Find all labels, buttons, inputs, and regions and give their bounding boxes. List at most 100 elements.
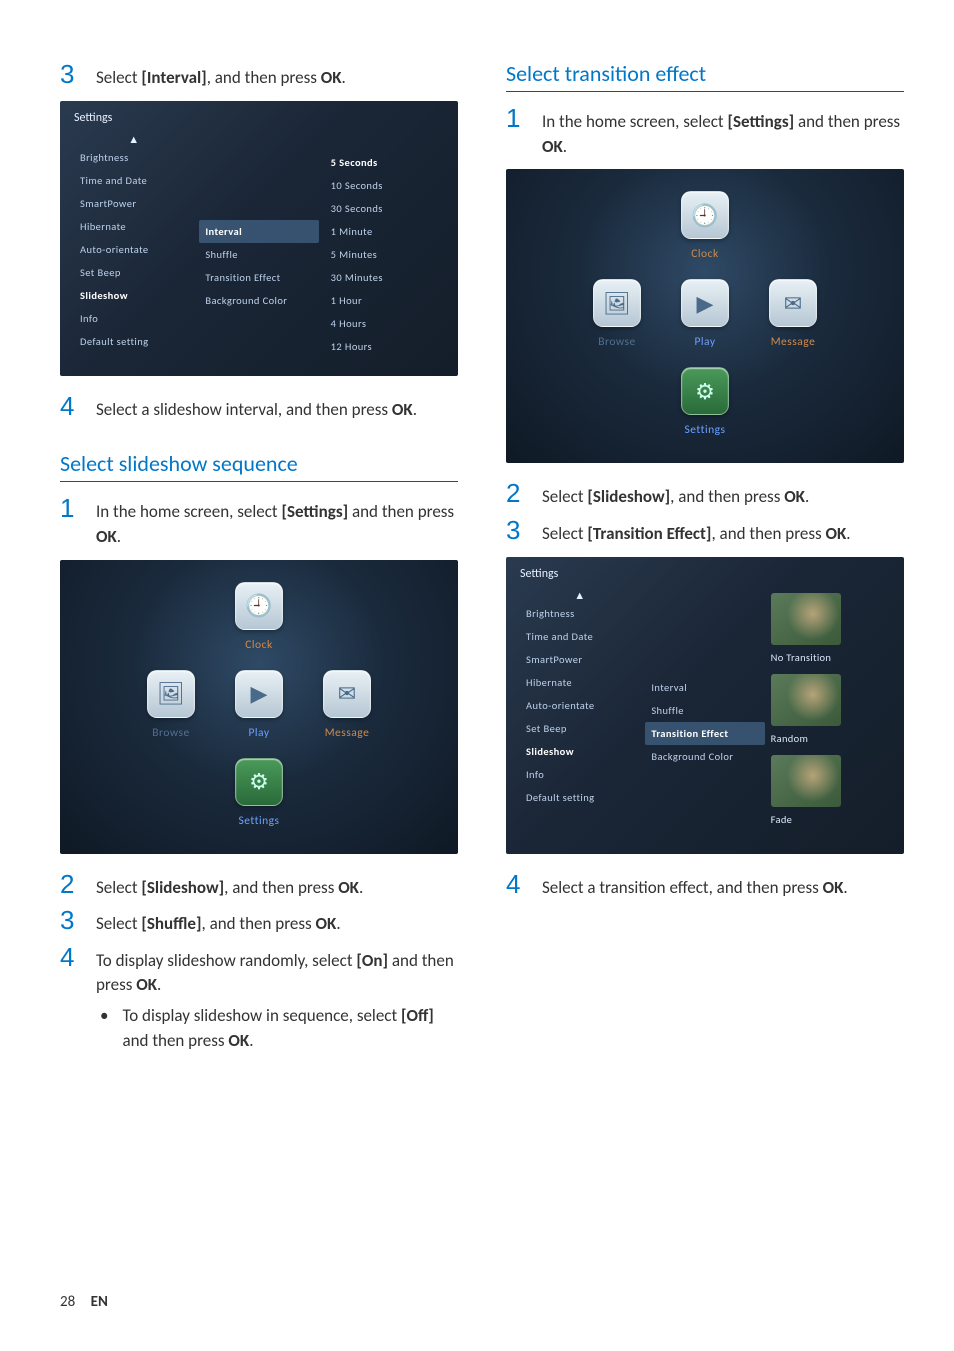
browse-icon: 🖼 (147, 670, 195, 718)
menu-item: Interval (645, 676, 764, 699)
step-text: In the home screen, select [Settings] an… (542, 110, 904, 159)
menu-item: Hibernate (520, 671, 639, 694)
screenshot-home-right: 🕘Clock 🖼Browse ▶Play ✉Message ⚙Settings (506, 169, 904, 463)
menu-item: 1 Minute (325, 220, 444, 243)
menu-item: SmartPower (74, 192, 193, 215)
menu-item: Info (520, 763, 639, 786)
step-4: 4 Select a slideshow interval, and then … (60, 392, 458, 423)
menu-item: Background Color (199, 289, 318, 312)
menu-item: 5 Minutes (325, 243, 444, 266)
menu-item: Brightness (74, 146, 193, 169)
step-number: 3 (506, 516, 524, 545)
menu-item: Auto-orientate (74, 238, 193, 261)
home-clock: 🕘Clock (681, 191, 729, 261)
menu-item: Shuffle (199, 243, 318, 266)
step-text: Select a slideshow interval, and then pr… (96, 398, 417, 423)
seq-step-3: 3 Select [Shuffle], and then press OK. (60, 906, 458, 937)
transition-label: Fade (771, 813, 890, 826)
settings-title: Settings (74, 111, 444, 125)
step-number: 2 (506, 479, 524, 508)
step-number: 4 (506, 870, 524, 899)
menu-item: Slideshow (520, 740, 639, 763)
menu-item: 30 Seconds (325, 197, 444, 220)
trans-step-3: 3 Select [Transition Effect], and then p… (506, 516, 904, 547)
home-browse: 🖼Browse (147, 670, 195, 740)
home-settings: ⚙Settings (681, 367, 729, 437)
menu-item: Brightness (520, 602, 639, 625)
step-number: 4 (60, 392, 78, 421)
step-text: Select a transition effect, and then pre… (542, 876, 848, 901)
step-number: 2 (60, 870, 78, 899)
step-text: To display slideshow randomly, select [O… (96, 949, 458, 998)
menu-item: Transition Effect (645, 722, 764, 745)
menu-item: Interval (199, 220, 318, 243)
page-number: 28 (60, 1293, 75, 1311)
home-settings: ⚙Settings (235, 758, 283, 828)
menu-item: Default setting (74, 330, 193, 353)
step-number: 3 (60, 60, 78, 89)
menu-item: 4 Hours (325, 312, 444, 335)
transition-thumb (771, 593, 841, 645)
seq-step-1: 1 In the home screen, select [Settings] … (60, 494, 458, 549)
step-text: Select [Shuffle], and then press OK. (96, 912, 341, 937)
menu-item: Set Beep (520, 717, 639, 740)
transition-label: Random (771, 732, 890, 745)
screenshot-settings-transition: Settings ▲BrightnessTime and DateSmartPo… (506, 557, 904, 854)
trans-step-1: 1 In the home screen, select [Settings] … (506, 104, 904, 159)
home-play: ▶Play (681, 279, 729, 349)
screenshot-settings-interval: Settings ▲BrightnessTime and DateSmartPo… (60, 101, 458, 376)
home-play: ▶Play (235, 670, 283, 740)
transition-thumb (771, 755, 841, 807)
message-icon: ✉ (769, 279, 817, 327)
menu-item: SmartPower (520, 648, 639, 671)
menu-item: Background Color (645, 745, 764, 768)
home-message: ✉Message (323, 670, 371, 740)
step-text: Select [Transition Effect], and then pre… (542, 522, 851, 547)
clock-icon: 🕘 (235, 582, 283, 630)
trans-step-4: 4 Select a transition effect, and then p… (506, 870, 904, 901)
clock-icon: 🕘 (681, 191, 729, 239)
step-3: 3 Select [Interval], and then press OK. (60, 60, 458, 91)
menu-item: Time and Date (74, 169, 193, 192)
heading-transition-effect: Select transition effect (506, 60, 904, 92)
screenshot-home-left: 🕘 Clock 🖼Browse ▶Play ✉Message ⚙Settings (60, 560, 458, 854)
step-number: 4 (60, 943, 78, 972)
play-icon: ▶ (681, 279, 729, 327)
step-text: Select [Slideshow], and then press OK. (542, 485, 809, 510)
menu-item: Set Beep (74, 261, 193, 284)
menu-item: Time and Date (520, 625, 639, 648)
menu-item: Shuffle (645, 699, 764, 722)
home-browse: 🖼Browse (593, 279, 641, 349)
menu-item: Transition Effect (199, 266, 318, 289)
settings-icon: ⚙ (235, 758, 283, 806)
menu-item: Info (74, 307, 193, 330)
menu-item: Default setting (520, 786, 639, 809)
menu-item: 1 Hour (325, 289, 444, 312)
page-footer: 28 EN (60, 1293, 108, 1311)
step-number: 1 (60, 494, 78, 523)
message-icon: ✉ (323, 670, 371, 718)
step-text: In the home screen, select [Settings] an… (96, 500, 458, 549)
step-text: Select [Interval], and then press OK. (96, 66, 346, 91)
menu-item: Hibernate (74, 215, 193, 238)
seq-step-4: 4 To display slideshow randomly, select … (60, 943, 458, 998)
page-lang: EN (91, 1293, 108, 1311)
home-clock: 🕘 Clock (235, 582, 283, 652)
settings-title: Settings (520, 567, 890, 581)
menu-item: 10 Seconds (325, 174, 444, 197)
menu-item: 5 Seconds (325, 151, 444, 174)
settings-icon: ⚙ (681, 367, 729, 415)
menu-item: Auto-orientate (520, 694, 639, 717)
menu-item: Slideshow (74, 284, 193, 307)
menu-item: 12 Hours (325, 335, 444, 358)
transition-label: No Transition (771, 651, 890, 664)
step-text: Select [Slideshow], and then press OK. (96, 876, 363, 901)
seq-step-2: 2 Select [Slideshow], and then press OK. (60, 870, 458, 901)
heading-slideshow-sequence: Select slideshow sequence (60, 450, 458, 482)
browse-icon: 🖼 (593, 279, 641, 327)
trans-step-2: 2 Select [Slideshow], and then press OK. (506, 479, 904, 510)
home-message: ✉Message (769, 279, 817, 349)
menu-item: 30 Minutes (325, 266, 444, 289)
step-number: 3 (60, 906, 78, 935)
transition-thumb (771, 674, 841, 726)
